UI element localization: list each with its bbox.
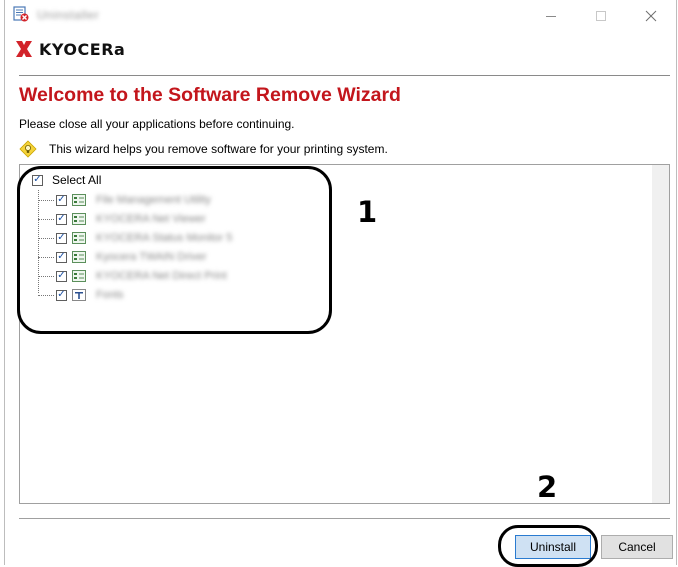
callout-number-step-2: 2 [537,470,558,504]
callout-outline-step-1 [17,166,332,334]
kyocera-logo-text: KYOCERa [39,39,126,59]
wizard-instruction: Please close all your applications befor… [19,117,295,131]
maximize-icon [596,11,606,21]
minimize-button[interactable] [529,4,573,28]
kyocera-logo: KYOCERa [15,37,125,61]
tree-scrollbar[interactable] [652,165,669,503]
kyocera-logo-icon [16,41,32,57]
info-lightbulb-icon [19,140,37,158]
close-button[interactable] [629,4,673,28]
minimize-icon [546,16,556,17]
callout-outline-step-2 [498,525,598,567]
info-text: This wizard helps you remove software fo… [49,142,388,156]
title-bar: Uninstaller [5,0,676,30]
wizard-title: Welcome to the Software Remove Wizard [19,84,401,106]
footer-divider [19,518,670,519]
cancel-button[interactable]: Cancel [601,535,673,559]
maximize-button[interactable] [579,4,623,28]
header-divider [19,75,670,76]
close-icon [645,10,657,22]
callout-number-step-1: 1 [357,195,378,229]
window-title: Uninstaller [37,8,100,22]
uninstaller-app-icon [13,6,29,22]
info-message: This wizard helps you remove software fo… [19,139,388,159]
